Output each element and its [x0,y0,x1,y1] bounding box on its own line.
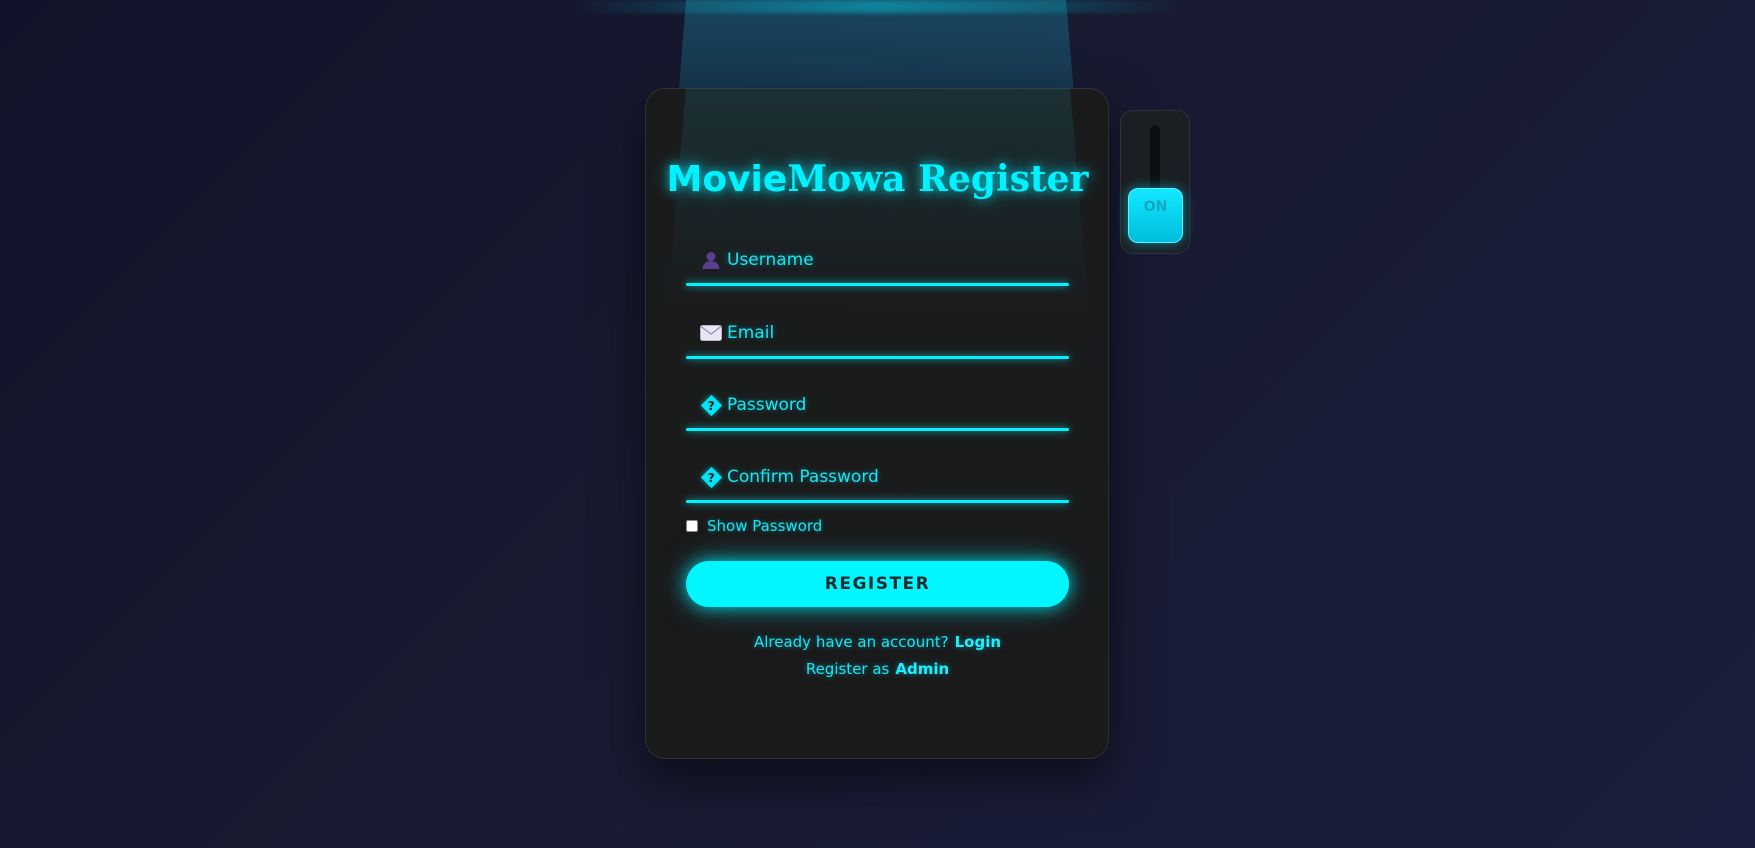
admin-prompt-text: Register as [805,660,890,678]
username-field[interactable]: Username [686,236,1069,286]
confirm-password-placeholder: Confirm Password [727,467,879,487]
password-placeholder: Password [727,395,807,415]
show-password-checkbox[interactable] [686,520,698,532]
lamp-switch-label: ON [1143,199,1168,215]
envelope-icon [700,322,722,344]
login-prompt-text: Already have an account? [753,633,949,651]
login-prompt-row: Already have an account? Login [0,633,1755,651]
show-password-row: Show Password [686,516,822,536]
password-field[interactable]: ? Password [686,381,1069,431]
email-underline [686,356,1069,359]
page-title: MovieMowa Register [0,158,1755,200]
lock-icon-glyph: ? [707,470,715,484]
admin-prompt-row: Register as Admin [0,660,1755,678]
email-placeholder: Email [727,323,775,343]
lock-icon: ? [700,394,722,416]
lamp-switch-knob[interactable]: ON [1128,188,1183,243]
show-password-label[interactable]: Show Password [707,517,822,535]
login-link[interactable]: Login [955,633,1001,651]
username-underline [686,283,1069,286]
lock-icon-glyph: ? [707,398,715,412]
user-icon [700,249,722,271]
password-underline [686,428,1069,431]
title-rest: Mowa Register [787,158,1089,200]
username-placeholder: Username [727,250,814,270]
email-field[interactable]: Email [686,309,1069,359]
confirm-password-underline [686,500,1069,503]
top-light-glow [570,0,1185,13]
admin-link[interactable]: Admin [895,660,949,678]
title-brand: Movie [666,159,788,200]
register-button[interactable]: REGISTER [686,561,1069,607]
confirm-password-field[interactable]: ? Confirm Password [686,453,1069,503]
lock-icon: ? [700,466,722,488]
